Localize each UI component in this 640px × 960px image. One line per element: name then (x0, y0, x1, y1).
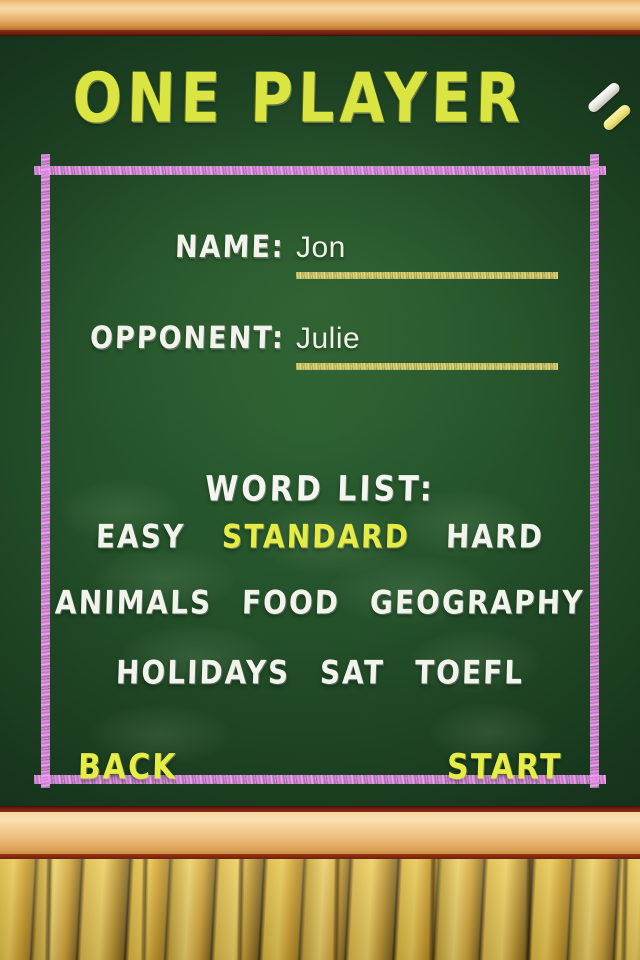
word-list-option-geography[interactable]: GEOGRAPHY (370, 583, 586, 621)
opponent-field-row: OPPONENT: Julie (0, 320, 640, 370)
name-input[interactable]: Jon (296, 231, 346, 265)
opponent-label: OPPONENT: (89, 320, 286, 357)
page-title: ONE PLAYER (71, 58, 527, 139)
word-list-row-topics-2: HOLIDAYS SAT TOEFL (0, 653, 640, 691)
wooden-planks (0, 859, 640, 960)
opponent-input-underline (296, 363, 558, 370)
word-list-option-toefl[interactable]: TOEFL (414, 653, 524, 691)
word-list-option-easy[interactable]: EASY (96, 517, 186, 555)
word-list-option-hard[interactable]: HARD (445, 517, 544, 555)
back-button[interactable]: BACK (77, 747, 178, 788)
top-wood-frame-edge (0, 30, 640, 36)
word-list-option-holidays[interactable]: HOLIDAYS (115, 653, 290, 691)
word-list-heading: WORD LIST: (204, 469, 436, 510)
bottom-wood-ledge (0, 812, 640, 856)
name-field-row: NAME: Jon (0, 229, 640, 279)
top-wood-frame (0, 0, 640, 30)
border-top (34, 166, 606, 175)
word-list-row-difficulty: EASY STANDARD HARD (0, 517, 640, 555)
chalkboard: ONE PLAYER NAME: Jon OPPONENT: Julie WOR… (0, 36, 640, 806)
name-label: NAME: (174, 229, 286, 266)
word-list-option-sat[interactable]: SAT (320, 653, 386, 691)
name-input-underline (296, 272, 558, 279)
word-list-option-food[interactable]: FOOD (242, 583, 341, 621)
word-list-row-topics-1: ANIMALS FOOD GEOGRAPHY (0, 583, 640, 621)
word-list-option-standard[interactable]: STANDARD (221, 517, 410, 555)
opponent-input[interactable]: Julie (296, 322, 360, 356)
title-row: ONE PLAYER (0, 58, 640, 144)
word-list-option-animals[interactable]: ANIMALS (55, 583, 213, 621)
start-button[interactable]: START (446, 747, 562, 788)
